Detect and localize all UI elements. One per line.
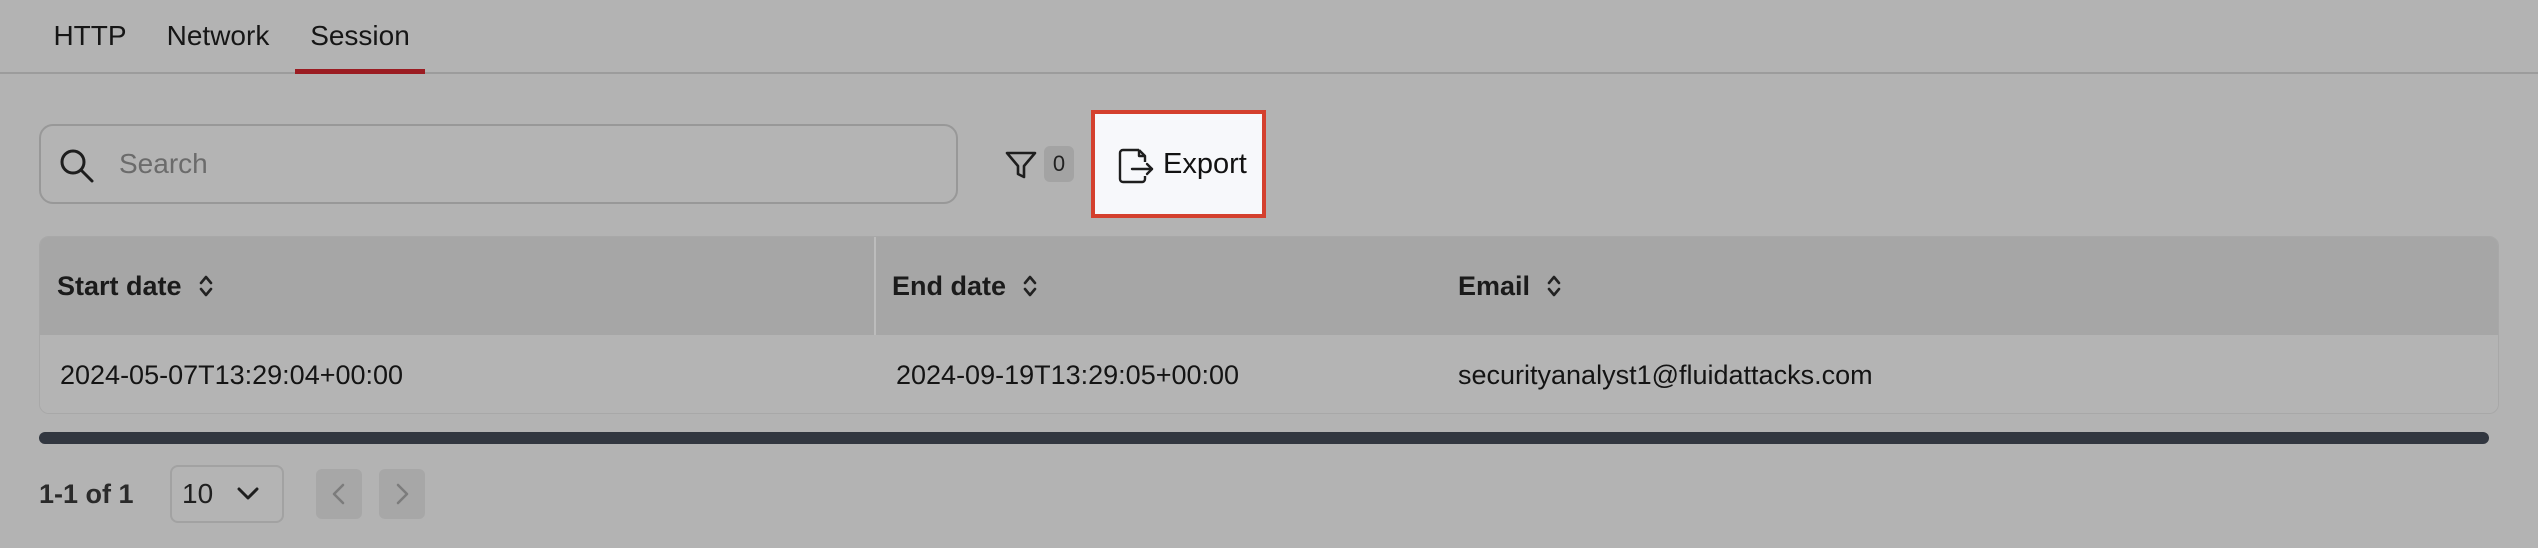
sort-icon: [1023, 275, 1037, 297]
search-icon: [60, 149, 94, 183]
chevron-right-icon: [396, 483, 409, 505]
search-box: [39, 124, 958, 204]
column-header-end-date[interactable]: End date: [892, 237, 1038, 335]
filter-icon: [1005, 151, 1037, 179]
page-size-value: 10: [182, 478, 214, 509]
column-header-label: Start date: [57, 271, 182, 301]
horizontal-scrollbar[interactable]: [39, 432, 2489, 444]
column-header-email[interactable]: Email: [1458, 237, 1562, 335]
table-row[interactable]: 2024-05-07T13:29:04+00:00 2024-09-19T13:…: [40, 335, 2498, 413]
file-export-icon: [1118, 148, 1154, 184]
column-header-label: End date: [892, 271, 1007, 301]
tab-session[interactable]: Session: [295, 0, 425, 74]
table-header: Start date End date Email: [40, 237, 2498, 335]
chevron-down-icon: [237, 487, 259, 500]
filter-count-badge: 0: [1044, 146, 1074, 182]
column-header-start-date[interactable]: Start date: [57, 237, 214, 335]
cell-email: securityanalyst1@fluidattacks.com: [1458, 360, 1873, 390]
tab-http[interactable]: HTTP: [36, 0, 144, 72]
sessions-table: Start date End date Email 2024-05-07T13:…: [39, 236, 2499, 414]
tab-bar: HTTP Network Session: [0, 0, 2538, 74]
chevron-left-icon: [332, 483, 345, 505]
column-header-label: Email: [1458, 271, 1531, 301]
sort-icon: [1547, 275, 1561, 297]
pagination-range: 1-1 of 1: [39, 479, 134, 509]
next-page-button[interactable]: [379, 469, 425, 519]
page-size-select[interactable]: 10: [170, 465, 284, 523]
tab-network[interactable]: Network: [154, 0, 282, 72]
export-button[interactable]: Export: [1091, 110, 1266, 218]
previous-page-button[interactable]: [316, 469, 362, 519]
search-input[interactable]: [119, 138, 939, 190]
cell-end-date: 2024-09-19T13:29:05+00:00: [896, 360, 1240, 390]
sort-icon: [199, 275, 212, 297]
export-label: Export: [1163, 148, 1247, 180]
cell-start-date: 2024-05-07T13:29:04+00:00: [60, 360, 404, 390]
